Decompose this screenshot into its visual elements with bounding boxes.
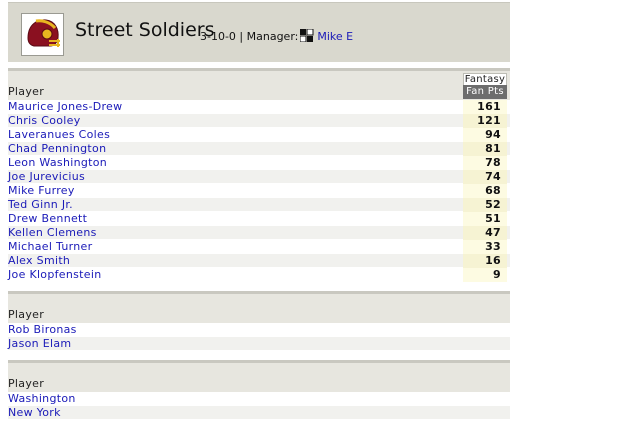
player-link[interactable]: Michael Turner (8, 240, 92, 253)
kickers-table: Player Rob Bironas Jason Elam (8, 291, 510, 351)
player-link[interactable]: Ted Ginn Jr. (8, 198, 73, 211)
player-link[interactable]: Jason Elam (8, 337, 71, 350)
starters-rows: Maurice Jones-Drew 161 Chris Cooley 121 Lave… (8, 100, 510, 282)
team-header: Street Soldiers 3-10-0 | Manager: Mike E (8, 2, 510, 62)
table-row: New York (8, 406, 510, 420)
defenses-rows: Washington New York (8, 392, 510, 420)
fan-pts-cell: 51 (463, 212, 507, 226)
fan-pts-cell: 9 (463, 268, 507, 282)
player-link[interactable]: Washington (8, 392, 76, 405)
fan-pts-cell: 78 (463, 156, 507, 170)
kickers-table-header: Player (8, 291, 510, 323)
player-link[interactable]: New York (8, 406, 61, 419)
starters-table-header: Player Fantasy Fan Pts (8, 68, 510, 100)
table-row: Leon Washington 78 (8, 156, 510, 170)
fan-pts-cell: 94 (463, 128, 507, 142)
fan-pts-cell: 68 (463, 184, 507, 198)
player-link[interactable]: Joe Klopfenstein (8, 268, 101, 281)
player-link[interactable]: Chad Pennington (8, 142, 106, 155)
team-name: Street Soldiers (75, 19, 215, 41)
fan-pts-cell: 121 (463, 114, 507, 128)
fan-pts-cell: 161 (463, 100, 507, 114)
table-row: Ted Ginn Jr. 52 (8, 198, 510, 212)
table-row: Joe Jurevicius 74 (8, 170, 510, 184)
player-link[interactable]: Rob Bironas (8, 323, 77, 336)
team-logo (21, 13, 64, 56)
fan-pts-cell: 47 (463, 226, 507, 240)
helmet-icon (27, 19, 60, 47)
fan-pts-cell: 33 (463, 240, 507, 254)
table-row: Chris Cooley 121 (8, 114, 510, 128)
kickers-rows: Rob Bironas Jason Elam (8, 323, 510, 351)
team-record: 3-10-0 | Manager: Mike E (200, 28, 353, 45)
defenses-table: Player Washington New York (8, 360, 510, 420)
table-row: Kellen Clemens 47 (8, 226, 510, 240)
column-header-fan-pts[interactable]: Fan Pts (463, 85, 507, 99)
player-link[interactable]: Leon Washington (8, 156, 107, 169)
column-header-player: Player (8, 377, 45, 390)
player-link[interactable]: Joe Jurevicius (8, 170, 85, 183)
player-link[interactable]: Laveranues Coles (8, 128, 110, 141)
table-row: Alex Smith 16 (8, 254, 510, 268)
manager-icon (299, 28, 314, 45)
player-link[interactable]: Alex Smith (8, 254, 70, 267)
table-row: Maurice Jones-Drew 161 (8, 100, 510, 114)
table-row: Drew Bennett 51 (8, 212, 510, 226)
player-link[interactable]: Maurice Jones-Drew (8, 100, 122, 113)
table-row: Michael Turner 33 (8, 240, 510, 254)
fan-pts-cell: 81 (463, 142, 507, 156)
table-row: Mike Furrey 68 (8, 184, 510, 198)
table-row: Rob Bironas (8, 323, 510, 337)
player-link[interactable]: Drew Bennett (8, 212, 87, 225)
player-link[interactable]: Kellen Clemens (8, 226, 97, 239)
fan-pts-cell: 74 (463, 170, 507, 184)
table-row: Washington (8, 392, 510, 406)
table-row: Laveranues Coles 94 (8, 128, 510, 142)
fan-pts-cell: 16 (463, 254, 507, 268)
record-text: 3-10-0 | Manager: (200, 30, 299, 43)
table-row: Jason Elam (8, 337, 510, 351)
column-header-player: Player (8, 308, 45, 321)
defenses-table-header: Player (8, 360, 510, 392)
column-header-player: Player (8, 85, 45, 98)
manager-link[interactable]: Mike E (317, 30, 353, 43)
player-link[interactable]: Chris Cooley (8, 114, 81, 127)
table-row: Joe Klopfenstein 9 (8, 268, 510, 282)
table-row: Chad Pennington 81 (8, 142, 510, 156)
player-link[interactable]: Mike Furrey (8, 184, 75, 197)
starters-table: Player Fantasy Fan Pts Maurice Jones-Dre… (8, 68, 510, 282)
fan-pts-cell: 52 (463, 198, 507, 212)
